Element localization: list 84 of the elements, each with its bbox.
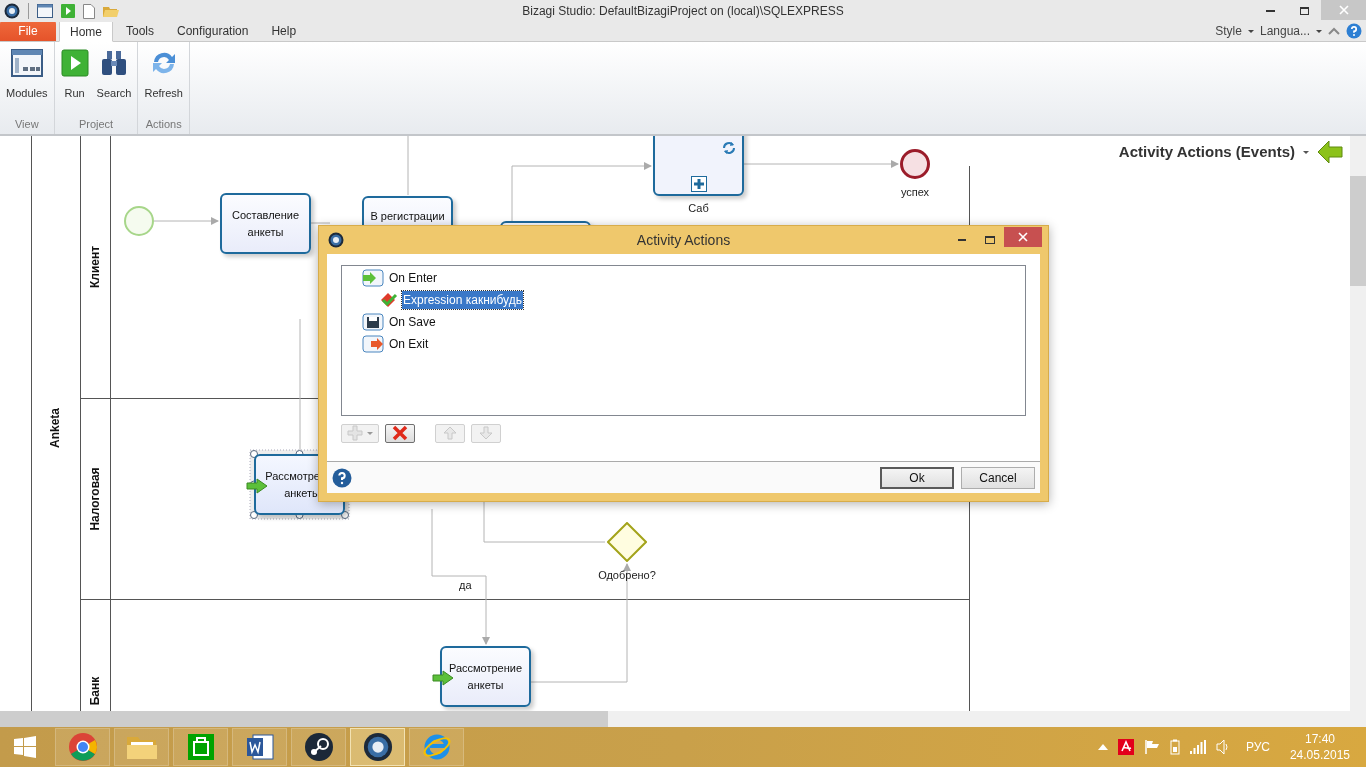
help-icon[interactable] <box>1346 23 1362 39</box>
window-title: Bizagi Studio: DefaultBizagiProject on (local)\SQLEXPRESS <box>522 3 844 20</box>
window-layout-icon <box>10 49 43 77</box>
ribbon-tab[interactable]: Help <box>261 20 307 41</box>
lane-label: Клиент <box>87 245 103 289</box>
gateway-label: Одобрено? <box>597 568 657 583</box>
vertical-scrollbar[interactable] <box>1350 136 1366 711</box>
taskbar-app-button[interactable] <box>350 728 405 766</box>
ribbon-button[interactable]: Modules <box>3 49 51 102</box>
tree-item[interactable]: On Save <box>388 313 437 331</box>
group-label: View <box>13 116 40 132</box>
group-label: Actions <box>144 116 183 132</box>
delete-icon <box>392 425 408 441</box>
ribbon-button[interactable]: Search <box>93 49 135 102</box>
globe-ring-icon <box>421 732 452 762</box>
loop-icon <box>722 141 736 155</box>
connector-arrow[interactable] <box>153 217 219 225</box>
task-label: анкеты <box>467 678 504 693</box>
event-label: успех <box>899 185 931 200</box>
antivirus-icon[interactable] <box>1117 739 1134 755</box>
task-label: Составление <box>231 208 300 223</box>
subprocess-box[interactable] <box>653 136 744 196</box>
browser-ball-icon <box>67 732 98 762</box>
close-button[interactable] <box>1004 227 1042 247</box>
subprocess-label: Саб <box>687 201 710 216</box>
windows-logo-icon <box>14 736 36 758</box>
play-icon <box>60 49 89 77</box>
task-label: анкеты <box>247 225 284 240</box>
end-event[interactable] <box>900 149 930 179</box>
caret-icon[interactable] <box>1303 150 1309 154</box>
ribbon-tab[interactable]: Home <box>59 21 113 42</box>
ribbon-button[interactable]: Run <box>57 49 92 102</box>
show-hidden-icons-icon[interactable] <box>1097 744 1108 750</box>
menu-dropdown[interactable]: Langua... <box>1259 22 1322 40</box>
arrow-left-icon[interactable] <box>1317 140 1343 164</box>
help-icon[interactable] <box>332 467 352 488</box>
play-icon[interactable] <box>61 4 75 18</box>
lane-label: Банк <box>87 676 103 706</box>
checkmark-icon <box>380 292 398 308</box>
close-icon <box>1338 5 1349 15</box>
task-box[interactable]: Рассмотрение анкеты <box>440 646 531 707</box>
close-icon <box>1018 232 1028 242</box>
group-label: Project <box>77 116 115 132</box>
tree-item[interactable]: Expression какнибудь <box>402 291 523 309</box>
expand-plus-icon <box>691 176 707 192</box>
document-icon <box>244 732 275 762</box>
flag-icon[interactable] <box>1143 739 1160 755</box>
shopping-bag-icon <box>185 732 216 762</box>
task-label: Рассмотрение <box>448 661 523 676</box>
speaker-icon[interactable] <box>1215 739 1230 755</box>
panel-title: Activity Actions (Events) <box>1118 141 1295 162</box>
gateway-diamond[interactable] <box>607 522 647 562</box>
dialog-logo-icon <box>328 232 344 248</box>
dialog-button[interactable]: Ok <box>880 466 954 489</box>
gear-ball-icon <box>303 732 334 762</box>
signal-bars-icon[interactable] <box>1189 740 1206 754</box>
tree-item[interactable]: On Exit <box>388 335 430 353</box>
tree-item[interactable]: On Enter <box>388 269 439 287</box>
plus-icon <box>347 425 363 441</box>
start-event[interactable] <box>124 206 154 236</box>
pool-label: Anketa <box>47 408 63 448</box>
battery-icon[interactable] <box>1169 739 1180 755</box>
menu-dropdown[interactable]: Style <box>1215 22 1254 40</box>
dialog-title: Activity Actions <box>636 230 731 250</box>
lane-label: Налоговая <box>87 466 103 531</box>
horizontal-scrollbar[interactable] <box>0 711 1366 727</box>
arrow-down-icon <box>479 426 493 440</box>
app-logo-icon <box>4 3 20 19</box>
task-label: Рассмотре <box>265 469 320 484</box>
folder-icon[interactable] <box>103 4 119 18</box>
window-layout-icon[interactable] <box>37 4 53 18</box>
ribbon-tab[interactable]: Configuration <box>167 20 259 41</box>
binoculars-icon <box>99 49 129 77</box>
document-icon[interactable] <box>83 3 95 19</box>
collapse-chevron-icon[interactable] <box>1328 27 1340 35</box>
ribbon-button[interactable]: Refresh <box>141 49 186 102</box>
arrow-up-icon <box>443 426 457 440</box>
task-label: В регистрации <box>370 209 445 224</box>
task-box[interactable]: Составление анкеты <box>220 193 311 254</box>
app-logo-icon <box>362 732 393 762</box>
delete-button[interactable] <box>385 423 415 443</box>
edge-label: да <box>459 578 472 593</box>
ribbon-tab[interactable]: Tools <box>116 20 165 41</box>
dialog-button[interactable]: Cancel <box>961 466 1035 489</box>
